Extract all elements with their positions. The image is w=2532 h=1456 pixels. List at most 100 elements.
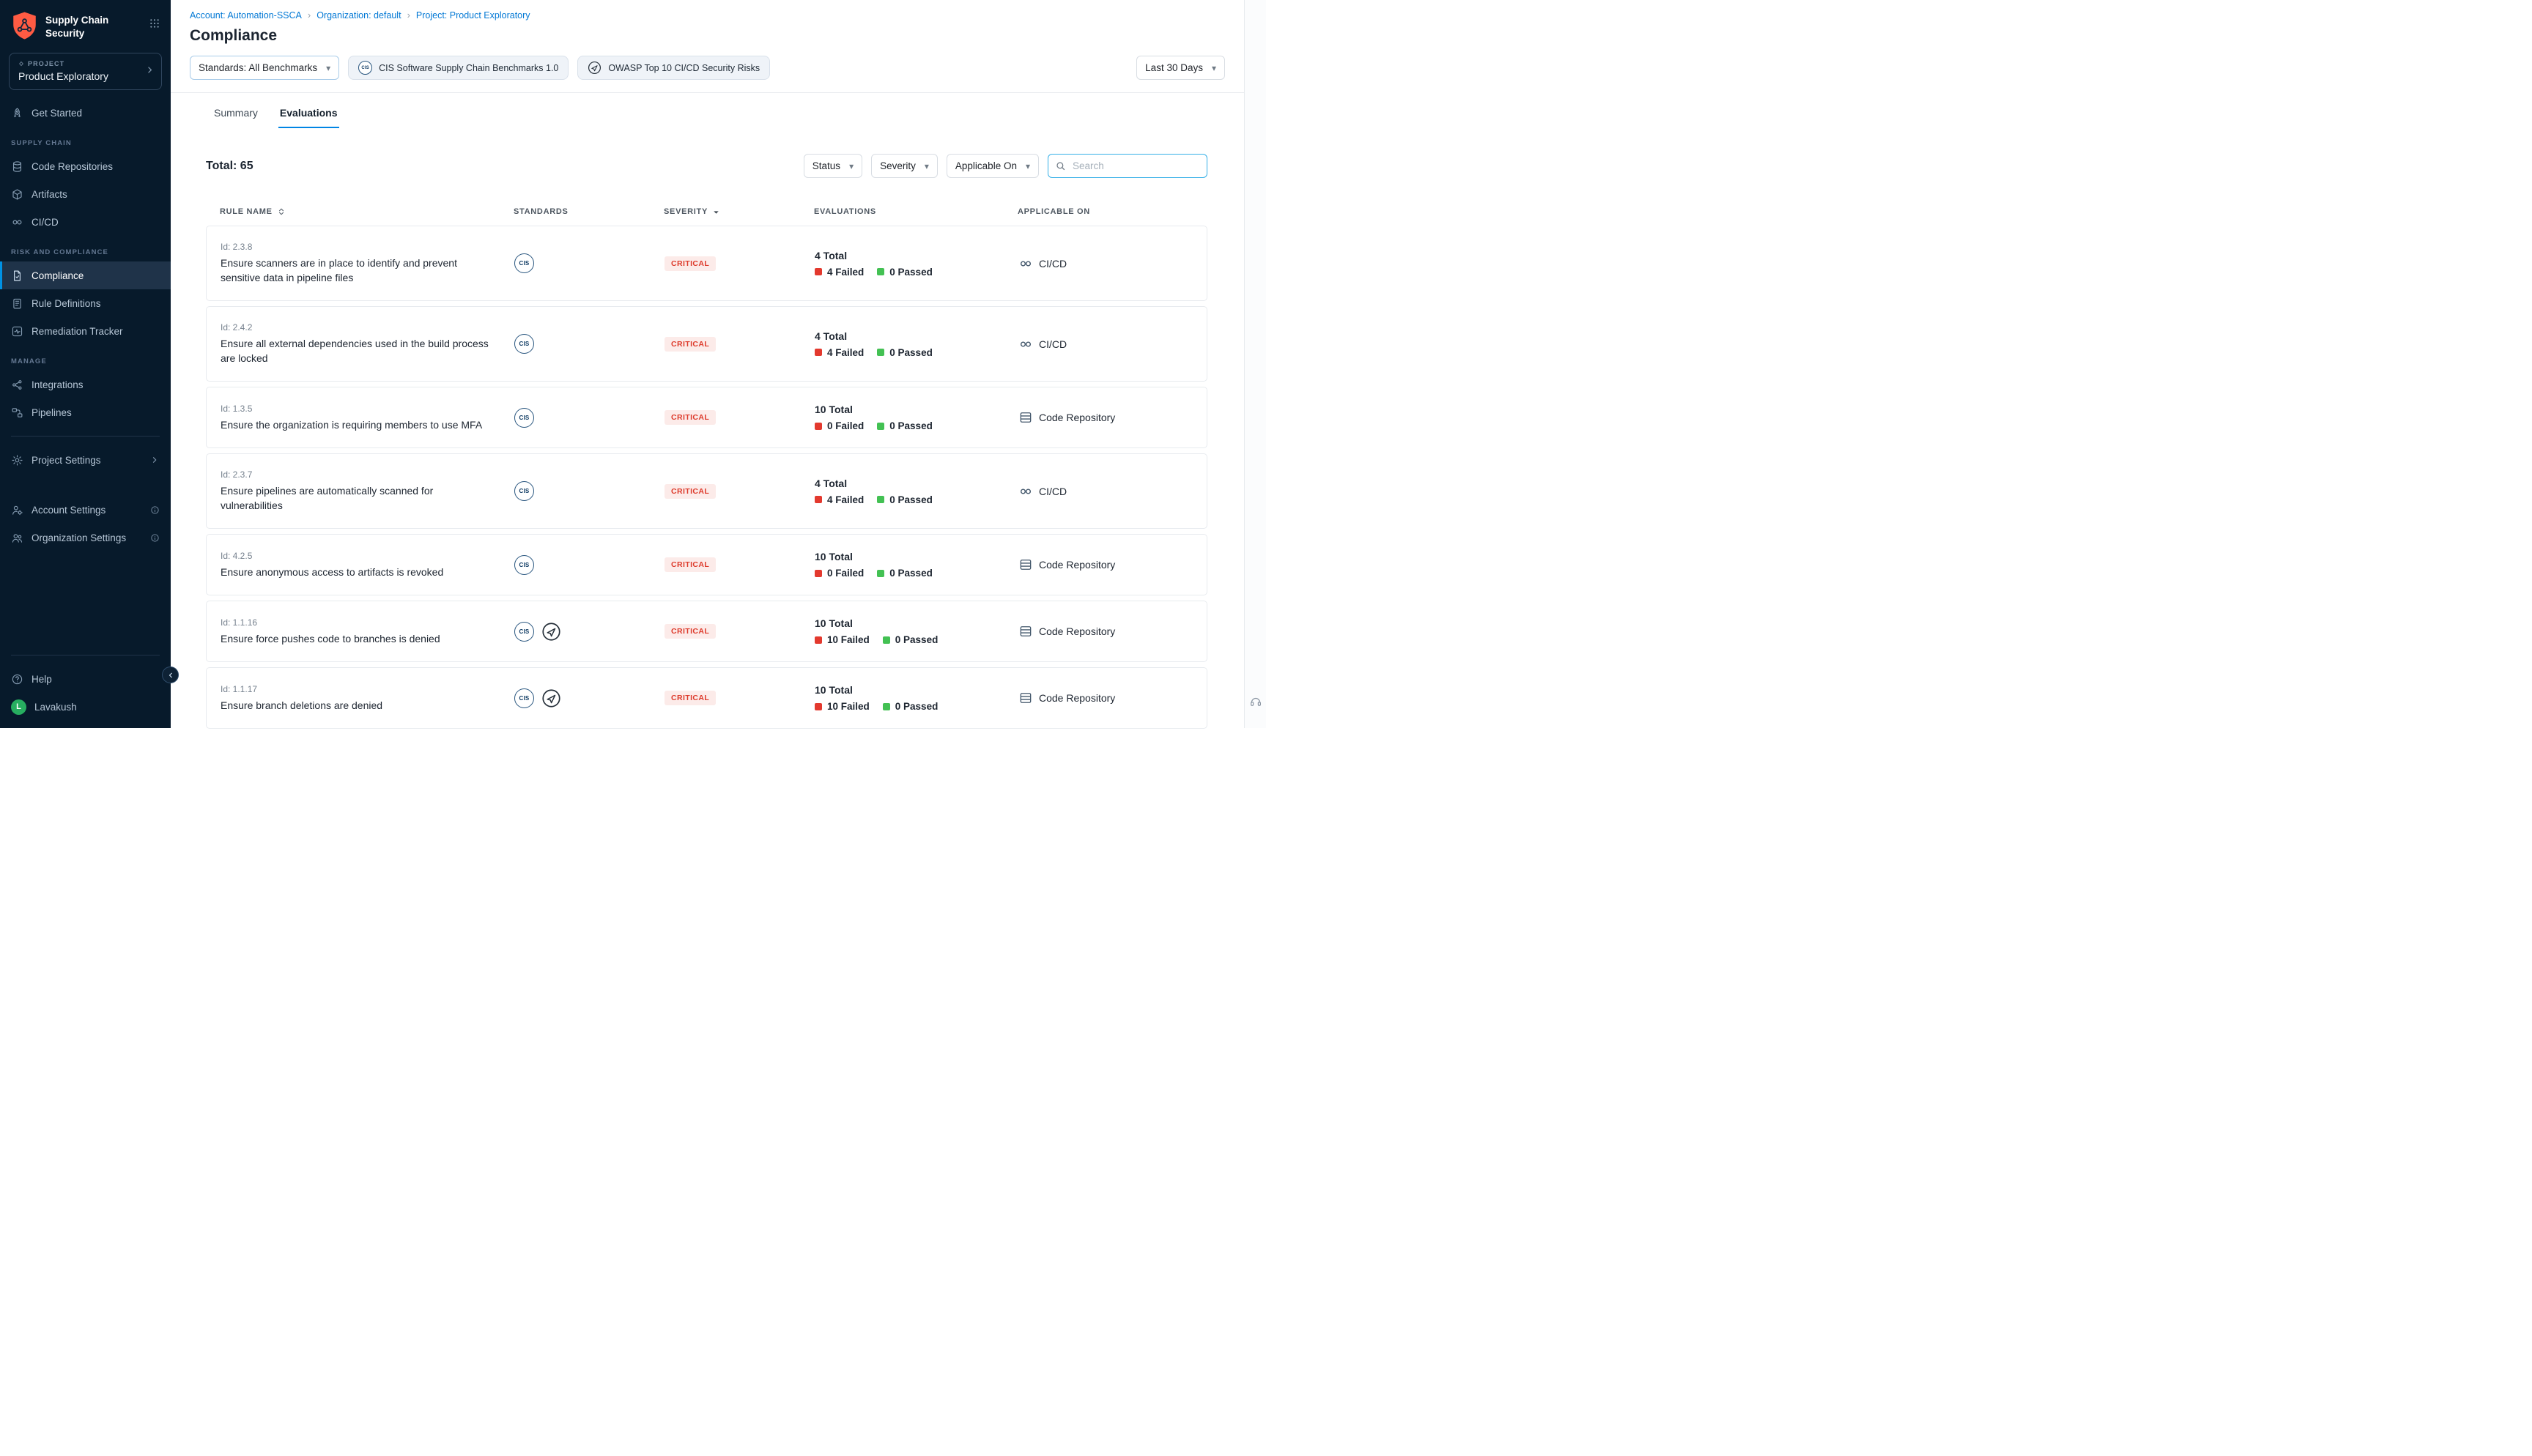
severity-cell: CRITICAL [665,256,815,271]
table-row[interactable]: Id: 1.3.5 Ensure the organization is req… [206,387,1207,448]
rules-table-body: Id: 2.3.8 Ensure scanners are in place t… [206,226,1207,729]
tab-summary[interactable]: Summary [212,107,259,128]
severity-badge: CRITICAL [665,256,716,271]
sidebar-item-account-settings[interactable]: Account Settings [0,496,171,524]
breadcrumb-organization-link[interactable]: Organization: default [316,10,401,21]
diamond-icon [18,61,24,67]
failed-indicator [815,703,822,710]
standards-icons: CIS [514,622,665,642]
sidebar-item-artifacts[interactable]: Artifacts [0,180,171,208]
breadcrumb-project-link[interactable]: Project: Product Exploratory [416,10,530,21]
passed-indicator [883,636,890,644]
column-header-severity[interactable]: SEVERITY [664,207,814,216]
page-title: Compliance [190,27,1225,45]
tab-bar: Summary Evaluations [212,107,1244,128]
rule-name: Ensure force pushes code to branches is … [221,631,493,646]
failed-indicator [815,636,822,644]
applicable-label: Code Repository [1039,559,1115,571]
support-headset-icon[interactable] [1249,695,1262,712]
applicable-label: Code Repository [1039,692,1115,704]
evaluations-cell: 10 Total 0 Failed 0 Passed [815,551,1018,579]
content: Account: Automation-SSCA › Organization:… [171,0,1244,728]
sort-desc-icon[interactable] [712,208,720,216]
passed-indicator [877,570,884,577]
database-icon [11,160,23,173]
sidebar-item-remediation-tracker[interactable]: Remediation Tracker [0,317,171,345]
sort-icon[interactable] [277,207,286,216]
table-row[interactable]: Id: 4.2.5 Ensure anonymous access to art… [206,534,1207,595]
passed-indicator [877,268,884,275]
avatar: L [11,699,26,715]
sidebar-item-help[interactable]: Help [0,665,171,693]
severity-badge: CRITICAL [665,691,716,705]
chevron-down-icon [326,62,330,73]
owasp-icon [541,622,561,642]
applicable-on: CI/CD [1018,337,1195,352]
infinity-icon [1018,256,1033,271]
table-row[interactable]: Id: 1.1.16 Ensure force pushes code to b… [206,601,1207,662]
severity-badge: CRITICAL [665,410,716,425]
chevron-down-icon [925,160,929,171]
severity-cell: CRITICAL [665,557,815,572]
rule-id: Id: 1.3.5 [221,404,514,414]
sidebar-item-code-repositories[interactable]: Code Repositories [0,152,171,180]
rule-cell: Id: 2.3.8 Ensure scanners are in place t… [221,242,514,285]
tab-evaluations[interactable]: Evaluations [278,107,339,128]
severity-filter[interactable]: Severity [871,154,938,178]
applicable-label: CI/CD [1039,486,1067,497]
sidebar-item-label: Integrations [32,379,84,390]
table-row[interactable]: Id: 2.4.2 Ensure all external dependenci… [206,306,1207,382]
date-range-label: Last 30 Days [1145,62,1203,73]
sidebar-item-pipelines[interactable]: Pipelines [0,398,171,426]
section-label-supply-chain: SUPPLY CHAIN [0,127,171,152]
owasp-icon [588,61,601,75]
cis-icon: CIS [358,61,372,75]
applicable-on-filter[interactable]: Applicable On [947,154,1039,178]
sidebar-item-compliance[interactable]: Compliance [0,261,171,289]
sidebar-item-integrations[interactable]: Integrations [0,371,171,398]
rule-id: Id: 2.3.7 [221,469,514,480]
sidebar-item-cicd[interactable]: CI/CD [0,208,171,236]
breadcrumb-account-link[interactable]: Account: Automation-SSCA [190,10,302,21]
severity-cell: CRITICAL [665,484,815,499]
cis-icon: CIS [514,688,534,708]
info-icon [150,505,160,515]
page-header: Account: Automation-SSCA › Organization:… [171,0,1244,93]
sidebar-item-label: Artifacts [32,189,67,200]
benchmark-chip-cis[interactable]: CIS CIS Software Supply Chain Benchmarks… [348,56,569,80]
repository-icon [1018,557,1033,572]
apps-grid-icon[interactable] [149,11,160,33]
sidebar-item-project-settings[interactable]: Project Settings [0,446,171,474]
date-range-dropdown[interactable]: Last 30 Days [1136,56,1225,80]
standards-dropdown[interactable]: Standards: All Benchmarks [190,56,339,80]
supply-chain-security-logo [11,11,38,41]
sidebar-item-organization-settings[interactable]: Organization Settings [0,524,171,551]
column-header-rule-name[interactable]: RULE NAME [220,207,514,216]
clipboard-icon [11,297,23,310]
evaluations-passed: 0 Passed [889,420,933,431]
sidebar-item-rule-definitions[interactable]: Rule Definitions [0,289,171,317]
table-row[interactable]: Id: 2.3.8 Ensure scanners are in place t… [206,226,1207,301]
table-row[interactable]: Id: 1.1.17 Ensure branch deletions are d… [206,667,1207,729]
rule-name: Ensure the organization is requiring mem… [221,417,493,432]
user-menu[interactable]: L Lavakush [0,693,171,721]
divider [11,436,160,437]
status-filter[interactable]: Status [804,154,862,178]
applicable-on: CI/CD [1018,256,1195,271]
sidebar-item-label: Rule Definitions [32,298,101,309]
severity-cell: CRITICAL [665,410,815,425]
filter-bar: Standards: All Benchmarks CIS CIS Softwa… [190,56,1225,80]
cube-icon [11,188,23,201]
breadcrumb-separator-icon: › [308,10,311,21]
benchmark-chip-owasp[interactable]: OWASP Top 10 CI/CD Security Risks [577,56,770,80]
sidebar-item-label: Remediation Tracker [32,326,123,337]
standards-dropdown-label: Standards: All Benchmarks [199,62,317,73]
table-row[interactable]: Id: 2.3.7 Ensure pipelines are automatic… [206,453,1207,529]
sidebar-collapse-button[interactable] [162,666,179,683]
project-selector[interactable]: PROJECT Product Exploratory [9,53,162,90]
evaluations-cell: 4 Total 4 Failed 0 Passed [815,330,1018,358]
sidebar-item-get-started[interactable]: Get Started [0,99,171,127]
section-label-manage: MANAGE [0,345,171,371]
search-input[interactable] [1071,160,1200,172]
brand-name: Supply Chain Security [45,11,108,40]
